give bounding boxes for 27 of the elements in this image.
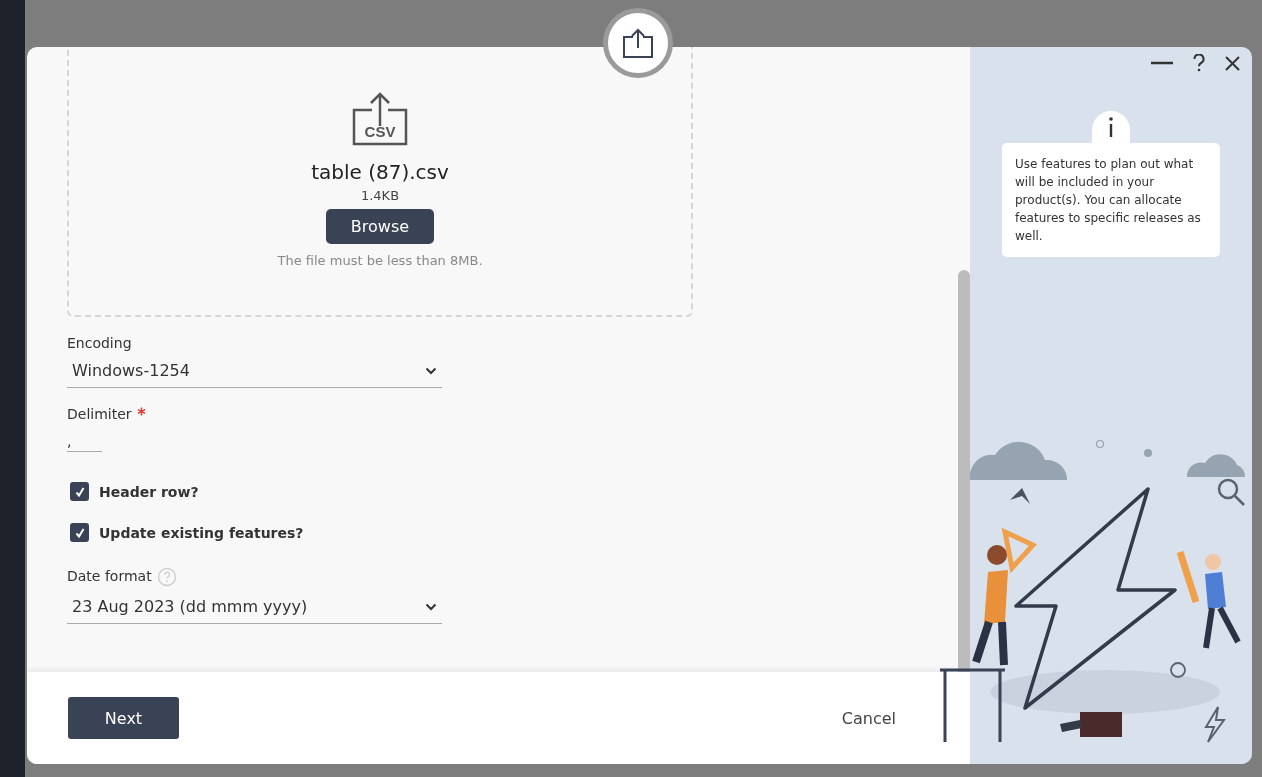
chevron-down-icon xyxy=(425,602,437,611)
checkbox-label[interactable]: Header row? xyxy=(99,483,199,500)
file-size: 1.4KB xyxy=(360,188,400,203)
file-name: table (87).csv xyxy=(311,160,449,184)
next-button[interactable]: Next xyxy=(68,697,179,739)
dropdown-field[interactable]: Windows-1254 xyxy=(67,354,442,388)
file-size-hint: The file must be less than 8MB. xyxy=(277,253,483,268)
scrollbar-thumb[interactable] xyxy=(958,270,970,672)
checkmark-icon xyxy=(73,485,86,498)
minimize-icon[interactable] xyxy=(1151,61,1173,65)
info-tooltip: Use features to plan out what will be included in your product(s). You can allocate features to specific releases as well. xyxy=(1002,143,1220,257)
browse-button[interactable]: Browse xyxy=(326,209,434,244)
checkbox[interactable] xyxy=(70,523,89,542)
field-label: Delimiter xyxy=(67,406,132,422)
field-label: Date format xyxy=(67,568,152,584)
cancel-button[interactable]: Cancel xyxy=(835,707,902,729)
close-icon[interactable] xyxy=(1225,55,1240,71)
chevron-down-icon xyxy=(425,366,437,375)
checkmark-icon xyxy=(73,526,86,539)
checkbox-label[interactable]: Update existing features? xyxy=(99,524,304,541)
delimiter-input[interactable]: , xyxy=(67,431,102,452)
checkbox[interactable] xyxy=(70,482,89,501)
upload-icon xyxy=(622,28,654,58)
info-icon xyxy=(1108,117,1114,137)
dropdown-field[interactable]: 23 Aug 2023 (dd mmm yyyy) xyxy=(67,590,442,624)
field-label: Encoding xyxy=(67,335,132,351)
help-icon[interactable] xyxy=(1193,54,1205,72)
